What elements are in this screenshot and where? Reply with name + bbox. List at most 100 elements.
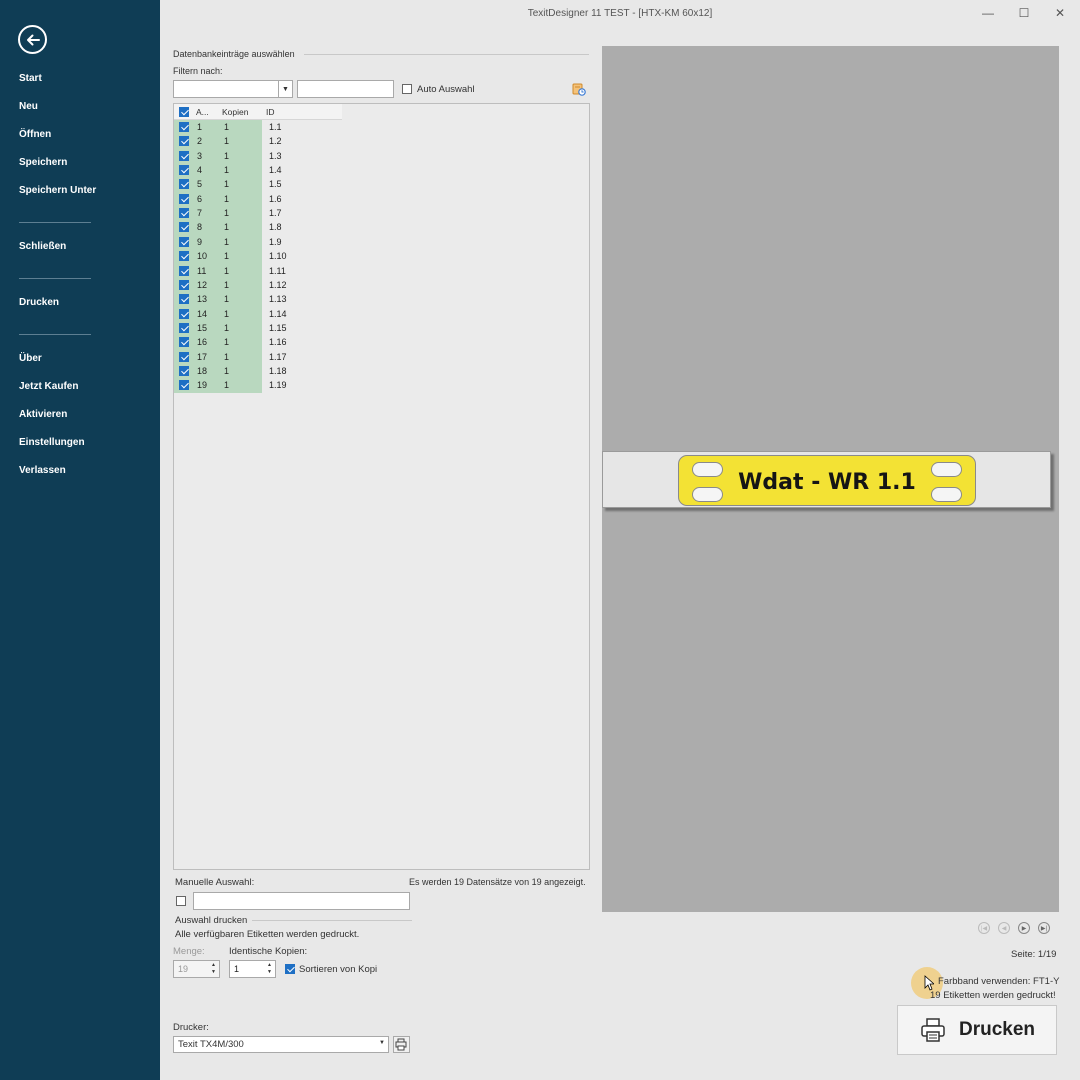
refresh-database-icon[interactable] — [572, 82, 586, 96]
table-row[interactable]: 7 1 1.7 — [174, 206, 374, 220]
column-header-kopien[interactable]: Kopien — [222, 107, 248, 117]
sidebar-item-print[interactable]: Drucken — [19, 297, 59, 308]
table-row[interactable]: 5 1 1.5 — [174, 177, 374, 191]
sidebar-item-exit[interactable]: Verlassen — [19, 465, 66, 476]
table-row[interactable]: 17 1 1.17 — [174, 350, 374, 364]
back-button[interactable] — [18, 25, 47, 54]
cell-id: 1.10 — [269, 251, 287, 262]
back-arrow-icon — [26, 34, 40, 45]
labels-print-count: 19 Etiketten werden gedruckt! — [930, 990, 1056, 1001]
records-table[interactable]: A... Kopien ID 1 1 1.1 2 1 1.2 3 1 1.3 4 1 1.4 5 1 1.5… — [173, 103, 590, 870]
select-all-checkbox[interactable] — [179, 107, 189, 117]
row-checkbox[interactable] — [179, 322, 189, 333]
mouse-cursor-icon — [924, 975, 934, 991]
cell-id: 1.15 — [269, 322, 287, 333]
next-page-icon[interactable]: ▶ — [1018, 922, 1030, 934]
table-row[interactable]: 13 1 1.13 — [174, 292, 374, 306]
row-checkbox[interactable] — [179, 236, 189, 247]
table-row[interactable]: 1 1 1.1 — [174, 120, 374, 134]
manual-selection-checkbox[interactable] — [176, 896, 186, 906]
cell-id: 1.2 — [269, 136, 282, 147]
sidebar-item-activate[interactable]: Aktivieren — [19, 409, 67, 420]
filter-label: Filtern nach: — [173, 66, 223, 76]
row-checkbox[interactable] — [179, 165, 189, 176]
last-page-icon[interactable]: ▶| — [1038, 922, 1050, 934]
copies-stepper[interactable]: 1 ▲ ▼ — [229, 960, 276, 978]
sidebar-item-about[interactable]: Über — [19, 353, 42, 364]
sidebar-item-close[interactable]: Schließen — [19, 241, 66, 252]
minimize-button[interactable]: — — [978, 5, 998, 21]
cell-id: 1.13 — [269, 294, 287, 305]
sidebar-item-buy-now[interactable]: Jetzt Kaufen — [19, 381, 78, 392]
sidebar-item-open[interactable]: Öffnen — [19, 129, 51, 140]
row-checkbox[interactable] — [179, 179, 189, 190]
table-row[interactable]: 2 1 1.2 — [174, 134, 374, 148]
row-checkbox[interactable] — [179, 337, 189, 348]
filter-text-input[interactable] — [297, 80, 394, 98]
cell-id: 1.5 — [269, 179, 282, 190]
table-row[interactable]: 9 1 1.9 — [174, 235, 374, 249]
table-row[interactable]: 4 1 1.4 — [174, 163, 374, 177]
table-row[interactable]: 8 1 1.8 — [174, 220, 374, 234]
cell-a: 10 — [197, 251, 208, 262]
filter-field-combo[interactable]: ▼ — [173, 80, 293, 98]
row-checkbox[interactable] — [179, 365, 189, 376]
cell-kopien: 1 — [224, 294, 230, 305]
stepper-arrows-icon[interactable]: ▲ ▼ — [265, 962, 274, 976]
cell-a: 11 — [197, 265, 207, 276]
table-row[interactable]: 10 1 1.10 — [174, 249, 374, 263]
row-checkbox[interactable] — [179, 208, 189, 219]
table-row[interactable]: 6 1 1.6 — [174, 192, 374, 206]
row-checkbox[interactable] — [179, 294, 189, 305]
cell-id: 1.1 — [269, 122, 282, 132]
row-checkbox[interactable] — [179, 122, 189, 132]
printer-settings-button[interactable] — [393, 1036, 410, 1053]
sort-copies-checkbox[interactable] — [285, 964, 295, 974]
first-page-icon[interactable]: |◀ — [978, 922, 990, 934]
auto-select-checkbox[interactable] — [402, 84, 412, 94]
window-title: TexitDesigner 11 TEST - [HTX-KM 60x12] — [527, 8, 713, 19]
table-row[interactable]: 12 1 1.12 — [174, 278, 374, 292]
row-checkbox[interactable] — [179, 279, 189, 290]
table-row[interactable]: 16 1 1.16 — [174, 335, 374, 349]
sidebar-item-new[interactable]: Neu — [19, 101, 38, 112]
cell-a: 19 — [197, 380, 208, 391]
row-checkbox[interactable] — [179, 251, 189, 262]
copies-value: 1 — [234, 964, 240, 974]
sidebar-item-settings[interactable]: Einstellungen — [19, 437, 85, 448]
row-checkbox[interactable] — [179, 351, 189, 362]
manual-selection-input[interactable] — [193, 892, 410, 910]
column-header-id[interactable]: ID — [266, 107, 275, 117]
row-checkbox[interactable] — [179, 193, 189, 204]
cell-kopien: 1 — [224, 193, 230, 204]
printer-select[interactable]: Texit TX4M/300 ▼ — [173, 1036, 389, 1053]
records-group-title: Datenbankeinträge auswählen — [173, 49, 295, 59]
table-row[interactable]: 3 1 1.3 — [174, 149, 374, 163]
quantity-value: 19 — [178, 964, 189, 974]
print-button[interactable]: Drucken — [897, 1005, 1057, 1055]
previous-page-icon[interactable]: ◀ — [998, 922, 1010, 934]
table-row[interactable]: 15 1 1.15 — [174, 321, 374, 335]
chevron-down-icon[interactable]: ▼ — [278, 81, 292, 97]
quantity-stepper: 19 ▲ ▼ — [173, 960, 220, 978]
chevron-down-icon: ▼ — [379, 1040, 385, 1046]
sidebar-item-save-as[interactable]: Speichern Unter — [19, 185, 96, 196]
sidebar-item-save[interactable]: Speichern — [19, 157, 67, 168]
table-row[interactable]: 19 1 1.19 — [174, 378, 374, 392]
table-row[interactable]: 18 1 1.18 — [174, 364, 374, 378]
table-row[interactable]: 14 1 1.14 — [174, 307, 374, 321]
row-checkbox[interactable] — [179, 150, 189, 161]
row-checkbox[interactable] — [179, 136, 189, 147]
identical-copies-label: Identische Kopien: — [229, 946, 308, 957]
cell-kopien: 1 — [224, 150, 230, 161]
column-header-a[interactable]: A... — [196, 107, 209, 117]
maximize-button[interactable]: ☐ — [1014, 5, 1034, 21]
close-button[interactable]: ✕ — [1050, 5, 1070, 21]
table-row[interactable]: 11 1 1.11 — [174, 264, 374, 278]
row-checkbox[interactable] — [179, 265, 189, 276]
row-checkbox[interactable] — [179, 380, 189, 391]
sidebar-item-start[interactable]: Start — [19, 73, 42, 84]
row-checkbox[interactable] — [179, 222, 189, 233]
row-checkbox[interactable] — [179, 308, 189, 319]
ribbon-info: Farbband verwenden: FT1-Y — [938, 976, 1060, 987]
